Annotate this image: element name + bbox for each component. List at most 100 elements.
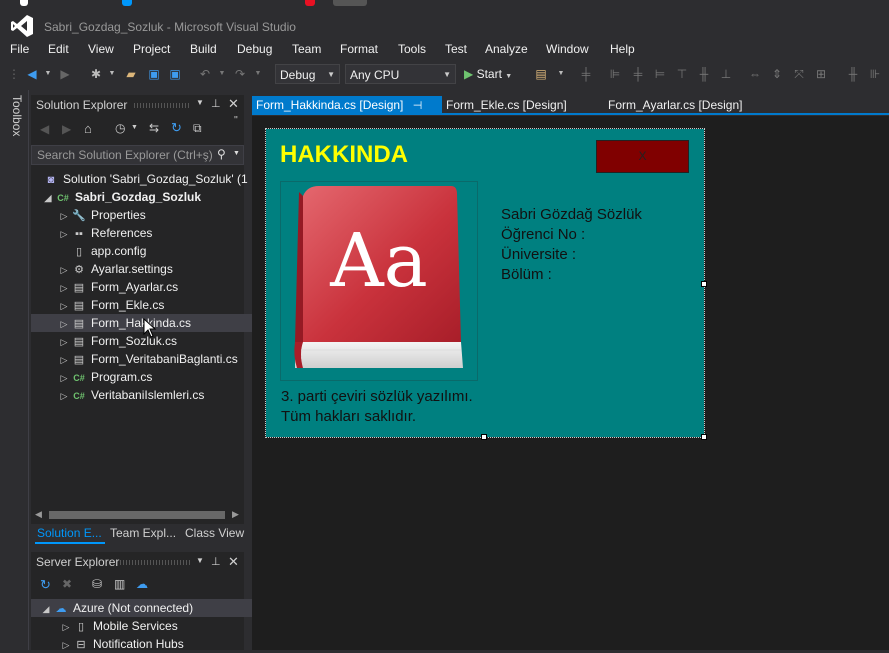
doc-tab-form-ayarlar[interactable]: Form_Ayarlar.cs [Design] [604, 96, 764, 114]
menu-file[interactable]: File [10, 42, 29, 56]
scroll-left-icon[interactable]: ◀ [35, 509, 42, 520]
solution-search-input[interactable]: Search Solution Explorer (Ctrl+ş) [31, 145, 244, 165]
refresh-icon[interactable]: ↻ [171, 120, 182, 136]
refresh-icon[interactable]: ↻ [40, 577, 51, 593]
menu-team[interactable]: Team [292, 42, 321, 56]
tree-item-project[interactable]: ◢ C# Sabri_Gozdag_Sozluk [31, 188, 254, 206]
connect-azure-icon[interactable]: ☁ [136, 577, 148, 591]
align-center-icon[interactable]: ╪ [630, 66, 646, 82]
tab-class-view[interactable]: Class View [185, 526, 244, 540]
tree-item-app-config[interactable]: ▯ app.config [31, 242, 284, 260]
chevron-down-icon[interactable]: ▼ [233, 150, 240, 157]
tree-item-form-veritabani[interactable]: ▷ ▤ Form_VeritabaniBaglanti.cs [31, 350, 270, 368]
footer-line-1[interactable]: 3. parti çeviri sözlük yazılımı. [281, 388, 473, 405]
same-width-icon[interactable]: ⇔ [747, 66, 763, 82]
align-icon[interactable]: ╪ [578, 66, 594, 82]
menu-tools[interactable]: Tools [398, 42, 426, 56]
dropdown-icon[interactable]: ▼ [196, 98, 204, 107]
tab-solution-explorer[interactable]: Solution E... [37, 526, 102, 540]
menu-edit[interactable]: Edit [48, 42, 69, 56]
save-icon[interactable]: ▣ [146, 66, 162, 82]
spacing-icon[interactable]: ╫ [845, 66, 861, 82]
tree-item-references[interactable]: ▷ ▪▪ References [31, 224, 270, 242]
connect-server-icon[interactable]: ▥ [114, 577, 125, 591]
search-icon[interactable]: ⚲ [217, 147, 226, 161]
redo-icon[interactable]: ↷ [232, 66, 248, 82]
chevron-down-icon[interactable]: ▼ [40, 66, 56, 82]
home-icon[interactable]: ⌂ [84, 121, 92, 136]
attach-icon[interactable]: ▤ [533, 66, 549, 82]
forward-icon[interactable]: ▶ [62, 122, 71, 136]
horizontal-scrollbar[interactable]: ◀ ▶ [33, 508, 243, 522]
info-department[interactable]: Bölüm : [501, 266, 552, 283]
chevron-down-icon[interactable]: ▼ [250, 66, 266, 82]
tree-item-azure[interactable]: ◢ ☁ Azure (Not connected) [31, 599, 252, 617]
toolbox-tab[interactable]: Toolbox [4, 95, 24, 136]
dropdown-icon[interactable]: ▼ [196, 556, 204, 565]
more-icon[interactable]: '' [234, 115, 238, 126]
solution-config-select[interactable]: Debug ▼ [275, 64, 340, 84]
tree-item-veritabani-islemleri[interactable]: ▷ C# VeritabaniIslemleri.cs [31, 386, 270, 404]
start-button[interactable]: ▶ Start ▼ [464, 65, 512, 83]
align-top-icon[interactable]: ⊤ [674, 66, 690, 82]
chevron-down-icon[interactable]: ▼ [553, 66, 569, 82]
same-height-icon[interactable]: ⇕ [769, 66, 785, 82]
menu-format[interactable]: Format [340, 42, 378, 56]
stop-icon[interactable]: ✖ [62, 577, 72, 591]
info-student-no[interactable]: Öğrenci No : [501, 226, 585, 243]
align-left-icon[interactable]: ⊫ [607, 66, 623, 82]
sync-icon[interactable]: ⇆ [149, 121, 159, 135]
scroll-right-icon[interactable]: ▶ [232, 509, 239, 520]
footer-line-2[interactable]: Tüm hakları saklıdır. [281, 408, 416, 425]
new-project-icon[interactable]: ✱ [88, 66, 104, 82]
menu-build[interactable]: Build [190, 42, 217, 56]
pin-icon[interactable]: ⊥ [211, 97, 221, 110]
save-all-icon[interactable]: ▣ [167, 66, 183, 82]
menu-test[interactable]: Test [445, 42, 467, 56]
align-right-icon[interactable]: ⊨ [652, 66, 668, 82]
align-middle-icon[interactable]: ╫ [696, 66, 712, 82]
pin-icon[interactable]: ⊥ [211, 555, 221, 568]
resize-handle[interactable] [701, 281, 707, 287]
close-icon[interactable]: ✕ [228, 96, 239, 112]
back-icon[interactable]: ◀ [24, 66, 40, 82]
tree-item-settings[interactable]: ▷ ⚙ Ayarlar.settings [31, 260, 270, 278]
menu-debug[interactable]: Debug [237, 42, 272, 56]
tree-item-notification-hubs[interactable]: ▷ ⊟ Notification Hubs [31, 635, 272, 653]
doc-tab-form-ekle[interactable]: Form_Ekle.cs [Design] [442, 96, 602, 114]
spacing-icon[interactable]: ⊪ [867, 66, 883, 82]
menu-project[interactable]: Project [133, 42, 170, 56]
connect-database-icon[interactable]: ⛁ [92, 577, 102, 591]
resize-handle[interactable] [701, 434, 707, 440]
back-icon[interactable]: ◀ [40, 122, 49, 136]
tree-item-solution[interactable]: ◙ Solution 'Sabri_Gozdag_Sozluk' (1 [31, 170, 256, 188]
chevron-down-icon[interactable]: ▼ [214, 66, 230, 82]
align-bottom-icon[interactable]: ⊥ [718, 66, 734, 82]
form-close-button[interactable]: X [596, 140, 689, 173]
doc-tab-form-hakkinda[interactable]: Form_Hakkinda.cs [Design] ⊣ ✕ [252, 96, 442, 131]
tab-team-explorer[interactable]: Team Expl... [110, 526, 176, 540]
pin-icon[interactable]: ⊣ [413, 100, 423, 112]
chevron-down-icon[interactable]: ▼ [104, 66, 120, 82]
info-app-name[interactable]: Sabri Gözdağ Sözlük [501, 206, 642, 223]
collapse-all-icon[interactable]: ⧉ [193, 121, 202, 136]
pending-changes-icon[interactable]: ◷ [115, 121, 125, 135]
menu-window[interactable]: Window [546, 42, 589, 56]
size-to-grid-icon[interactable]: ⊞ [813, 66, 829, 82]
menu-view[interactable]: View [88, 42, 114, 56]
platform-select[interactable]: Any CPU ▼ [345, 64, 456, 84]
tree-item-properties[interactable]: ▷ 🔧 Properties [31, 206, 270, 224]
dictionary-picture-box[interactable]: Aa [280, 181, 478, 381]
tree-item-form-ayarlar[interactable]: ▷ ▤ Form_Ayarlar.cs [31, 278, 270, 296]
tree-item-program[interactable]: ▷ C# Program.cs [31, 368, 270, 386]
same-size-icon[interactable]: ⤧ [791, 66, 807, 82]
scrollbar-thumb[interactable] [49, 511, 225, 519]
menu-help[interactable]: Help [610, 42, 635, 56]
tree-item-mobile-services[interactable]: ▷ ▯ Mobile Services [31, 617, 272, 635]
form-title-label[interactable]: HAKKINDA [280, 141, 408, 169]
menu-analyze[interactable]: Analyze [485, 42, 528, 56]
undo-icon[interactable]: ↶ [197, 66, 213, 82]
chevron-down-icon[interactable]: ▼ [131, 124, 138, 131]
info-university[interactable]: Üniversite : [501, 246, 576, 263]
resize-handle[interactable] [481, 434, 487, 440]
